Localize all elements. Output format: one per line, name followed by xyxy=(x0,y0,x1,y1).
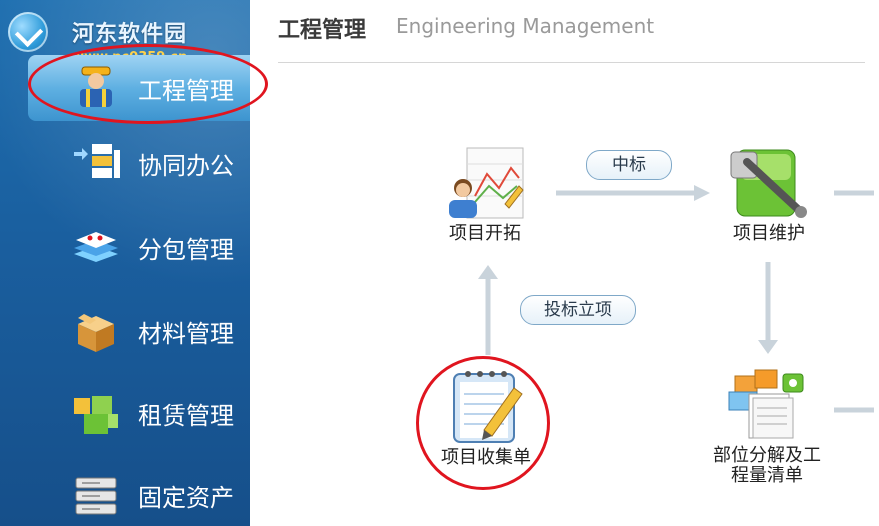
blocks-document-icon xyxy=(728,369,804,439)
sidebar-item-label: 分包管理 xyxy=(138,236,234,264)
sidebar-item-label: 材料管理 xyxy=(138,320,234,348)
chart-person-icon xyxy=(449,147,524,219)
label-win-bid: 中标 xyxy=(586,150,672,180)
wrench-icon xyxy=(730,149,807,218)
node-label: 项目维护 xyxy=(733,223,805,244)
highlight-circle-collect xyxy=(416,356,550,490)
sidebar-item-subcontract[interactable]: 分包管理 xyxy=(0,212,250,282)
node-label: 项目开拓 xyxy=(449,223,521,244)
sidebar-item-label: 协同办公 xyxy=(138,152,234,180)
sidebar-item-label: 固定资产 xyxy=(138,484,234,512)
label-bid-setup: 投标立项 xyxy=(520,295,636,325)
server-icon xyxy=(70,474,122,518)
node-project-maintain[interactable]: 项目维护 xyxy=(714,146,824,244)
arrow-right-offscreen xyxy=(834,190,874,196)
arrow-up xyxy=(478,265,498,355)
sidebar-item-leasing[interactable]: 租赁管理 xyxy=(0,378,250,448)
sidebar-item-fixed-assets[interactable]: 固定资产 xyxy=(0,460,250,526)
arrow-down xyxy=(758,262,778,354)
watermark-site-name: 河东软件园 xyxy=(72,22,188,47)
sidebar-item-label: 租赁管理 xyxy=(138,402,234,430)
node-project-expand[interactable]: 项目开拓 xyxy=(430,146,540,244)
layers-icon xyxy=(70,226,122,270)
collaboration-icon xyxy=(70,142,122,186)
node-part-breakdown[interactable]: 部位分解及工 程量清单 xyxy=(700,366,834,486)
box-icon xyxy=(70,310,122,354)
node-label-line2: 程量清单 xyxy=(731,465,803,486)
page-subtitle: Engineering Management xyxy=(396,14,655,38)
header-divider xyxy=(278,62,865,63)
arrow-right-offscreen-2 xyxy=(834,407,874,413)
sidebar-item-collaboration[interactable]: 协同办公 xyxy=(0,128,250,198)
cubes-icon xyxy=(70,392,122,436)
arrow-right xyxy=(556,185,710,201)
sidebar-item-materials[interactable]: 材料管理 xyxy=(0,296,250,366)
watermark-logo-icon xyxy=(8,12,48,52)
node-label-line1: 部位分解及工 xyxy=(713,445,821,466)
page-title: 工程管理 xyxy=(278,18,367,43)
highlight-circle xyxy=(28,44,268,124)
